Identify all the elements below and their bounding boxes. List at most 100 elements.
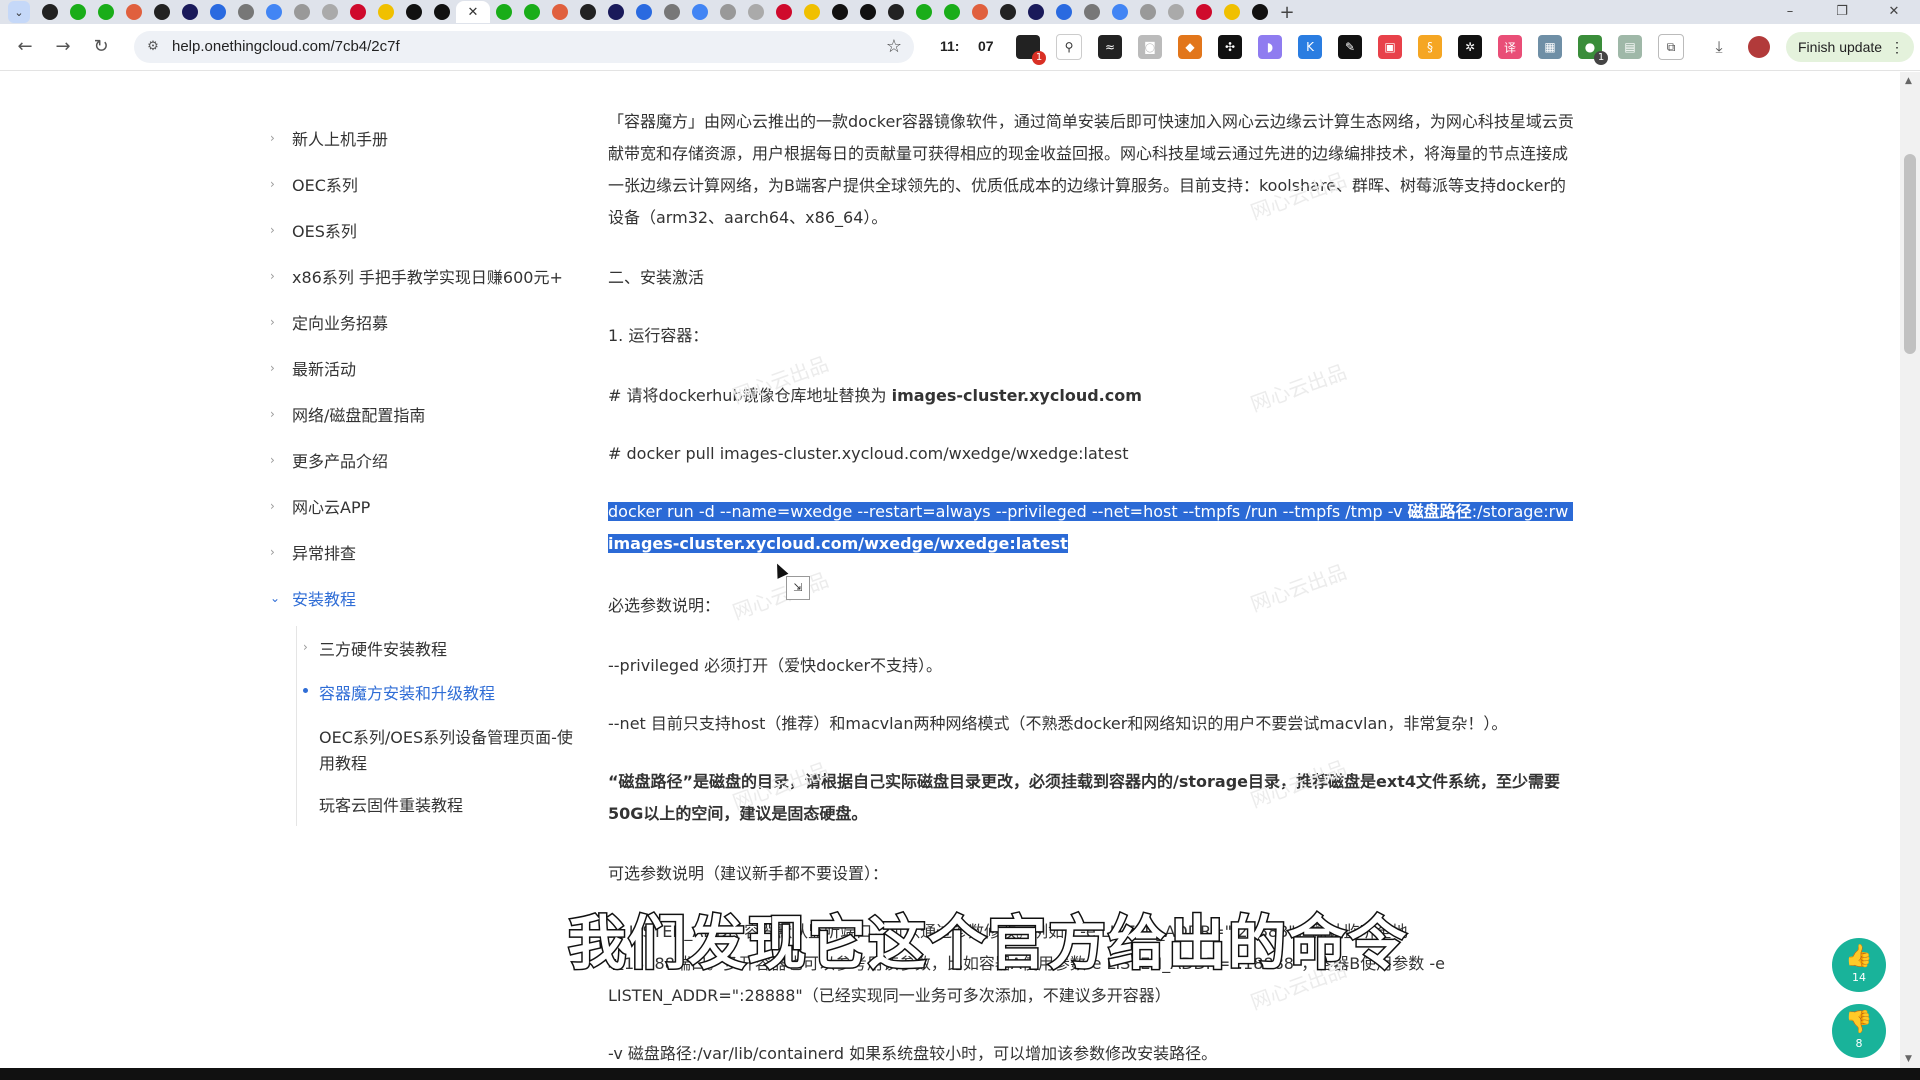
vertical-scrollbar[interactable]: ▲ ▼	[1900, 72, 1920, 1068]
sidebar-item[interactable]: › OES系列	[270, 216, 357, 244]
tab[interactable]	[602, 1, 630, 23]
tab-search-button[interactable]: ⌄	[8, 1, 30, 23]
tab[interactable]	[344, 1, 372, 23]
tab[interactable]	[1218, 1, 1246, 23]
tab[interactable]	[826, 1, 854, 23]
tab[interactable]	[966, 1, 994, 23]
tab[interactable]	[714, 1, 742, 23]
tab[interactable]	[1022, 1, 1050, 23]
extension-icon-11[interactable]: §	[1418, 35, 1442, 59]
translate-extension-icon[interactable]: 译	[1498, 35, 1522, 59]
sidebar-item[interactable]: ⌄ 安装教程	[270, 584, 356, 612]
extension-icon-14[interactable]: ▦	[1538, 35, 1562, 59]
run-command-line-2[interactable]: images-cluster.xycloud.com/wxedge/wxedge…	[608, 534, 1068, 553]
sidebar-subitem[interactable]: 用教程	[319, 750, 367, 774]
tab[interactable]	[1246, 1, 1274, 23]
profile-avatar[interactable]	[1746, 34, 1772, 60]
forward-button[interactable]: →	[50, 34, 76, 60]
tab[interactable]	[518, 1, 546, 23]
sidebar-item[interactable]: › 最新活动	[270, 354, 356, 382]
scroll-up-icon[interactable]: ▲	[1905, 76, 1912, 86]
tab[interactable]	[1134, 1, 1162, 23]
tab[interactable]	[882, 1, 910, 23]
extension-icon-12[interactable]: ✲	[1458, 35, 1482, 59]
finish-update-button[interactable]: Finish update ⋮	[1786, 32, 1914, 62]
new-tab-button[interactable]: +	[1274, 2, 1300, 23]
tab[interactable]	[994, 1, 1022, 23]
tab[interactable]	[120, 1, 148, 23]
tab[interactable]	[316, 1, 344, 23]
extension-icon-16[interactable]: ▤	[1618, 35, 1642, 59]
tab-active[interactable]: ✕	[456, 1, 490, 23]
extension-icon-6[interactable]: ✣	[1218, 35, 1242, 59]
address-bar[interactable]: ⚙ help.onethingcloud.com/7cb4/2c7f ☆	[134, 31, 914, 63]
thumbs-down-button[interactable]: 👎 8	[1832, 1004, 1886, 1058]
sidebar-item[interactable]: › OEC系列	[270, 170, 358, 198]
tab[interactable]	[490, 1, 518, 23]
tab[interactable]	[910, 1, 938, 23]
tab[interactable]	[686, 1, 714, 23]
sidebar-item[interactable]: › 定向业务招募	[270, 308, 388, 336]
scroll-down-icon[interactable]: ▼	[1905, 1054, 1912, 1064]
extension-icon-10[interactable]: ▣	[1378, 35, 1402, 59]
tab[interactable]	[770, 1, 798, 23]
run-command-line-1[interactable]: docker run -d --name=wxedge --restart=al…	[608, 502, 1574, 521]
camera-extension-icon[interactable]: ◙	[1138, 35, 1162, 59]
k-extension-icon[interactable]: K	[1298, 35, 1322, 59]
tab[interactable]	[798, 1, 826, 23]
url-text[interactable]: help.onethingcloud.com/7cb4/2c7f	[172, 31, 400, 63]
back-button[interactable]: ←	[12, 34, 38, 60]
tab[interactable]	[204, 1, 232, 23]
metamask-icon[interactable]: ◆	[1178, 35, 1202, 59]
tab[interactable]	[400, 1, 428, 23]
extensions-puzzle-icon[interactable]: ⧉	[1658, 34, 1684, 60]
tab[interactable]	[372, 1, 400, 23]
tab[interactable]	[854, 1, 882, 23]
tab[interactable]	[176, 1, 204, 23]
downloads-button[interactable]: ⤓	[1706, 34, 1732, 60]
sidebar-subitem[interactable]: › 三方硬件安装教程	[303, 636, 447, 660]
more-menu-icon[interactable]: ⋮	[1890, 32, 1904, 62]
sidebar-subitem[interactable]: 容器魔方安装和升级教程	[303, 680, 495, 704]
tab[interactable]	[546, 1, 574, 23]
tab[interactable]	[630, 1, 658, 23]
sidebar-item[interactable]: › 新人上机手册	[270, 124, 388, 152]
close-tab-icon[interactable]: ✕	[468, 5, 479, 20]
sidebar-item[interactable]: › 网络/磁盘配置指南	[270, 400, 425, 428]
tab[interactable]	[36, 1, 64, 23]
sidebar-item[interactable]: › 网心云APP	[270, 492, 370, 520]
sidebar-subitem[interactable]: 玩客云固件重装教程	[319, 792, 463, 816]
extension-icon-3[interactable]: ≈	[1098, 35, 1122, 59]
bookmark-star-icon[interactable]: ☆	[886, 36, 902, 57]
tab[interactable]	[1078, 1, 1106, 23]
magnifier-extension-icon[interactable]: ⚲	[1056, 34, 1082, 60]
tab[interactable]	[92, 1, 120, 23]
tab[interactable]	[1106, 1, 1134, 23]
extension-icon-7[interactable]: ◗	[1258, 35, 1282, 59]
tab[interactable]	[1190, 1, 1218, 23]
site-info-icon[interactable]: ⚙	[144, 38, 162, 56]
tab[interactable]	[260, 1, 288, 23]
restore-button[interactable]: ❐	[1816, 0, 1868, 24]
extension-icon-9[interactable]: ✎	[1338, 35, 1362, 59]
sidebar-item[interactable]: › 异常排查	[270, 538, 356, 566]
tab[interactable]	[574, 1, 602, 23]
tab[interactable]	[1050, 1, 1078, 23]
extension-icon-1[interactable]: 1	[1016, 35, 1046, 65]
tab[interactable]	[232, 1, 260, 23]
tab[interactable]	[288, 1, 316, 23]
sidebar-subitem[interactable]: OEC系列/OES系列设备管理页面-使	[319, 724, 573, 748]
run-command[interactable]: docker run -d --name=wxedge --restart=al…	[608, 496, 1638, 560]
thumbs-up-button[interactable]: 👍 14	[1832, 938, 1886, 992]
tab[interactable]	[1162, 1, 1190, 23]
sidebar-item[interactable]: › 更多产品介绍	[270, 446, 388, 474]
extension-icon-15[interactable]: ● 1	[1578, 35, 1608, 65]
tab[interactable]	[428, 1, 456, 23]
minimize-button[interactable]: –	[1764, 0, 1816, 24]
close-window-button[interactable]: ✕	[1868, 0, 1920, 24]
tab[interactable]	[658, 1, 686, 23]
tab[interactable]	[938, 1, 966, 23]
tab[interactable]	[148, 1, 176, 23]
tab[interactable]	[64, 1, 92, 23]
tab[interactable]	[742, 1, 770, 23]
